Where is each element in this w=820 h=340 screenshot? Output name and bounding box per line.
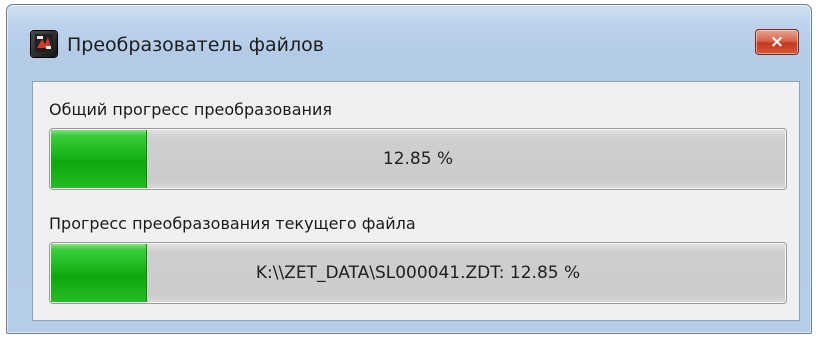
current-file-progress-text: K:\\ZET_DATA\SL000041.ZDT: 12.85 % [255, 263, 581, 283]
close-button[interactable]: × [755, 29, 799, 55]
app-glyph-icon [35, 34, 53, 52]
current-file-progress-bar: K:\\ZET_DATA\SL000041.ZDT: 12.85 % [49, 242, 787, 304]
title-bar[interactable]: Преобразователь файлов × [7, 5, 811, 81]
window-title: Преобразователь файлов [67, 34, 324, 56]
overall-progress-bar: 12.85 % [49, 128, 787, 190]
overall-progress-text: 12.85 % [382, 149, 454, 169]
converter-window: Преобразователь файлов × Общий прогресс … [6, 4, 812, 334]
converter-app-icon [31, 31, 57, 57]
dialog-content: Общий прогресс преобразования 12.85 % Пр… [32, 81, 800, 321]
current-file-progress-label: Прогресс преобразования текущего файла [49, 214, 416, 233]
overall-progress-label: Общий прогресс преобразования [49, 100, 332, 119]
